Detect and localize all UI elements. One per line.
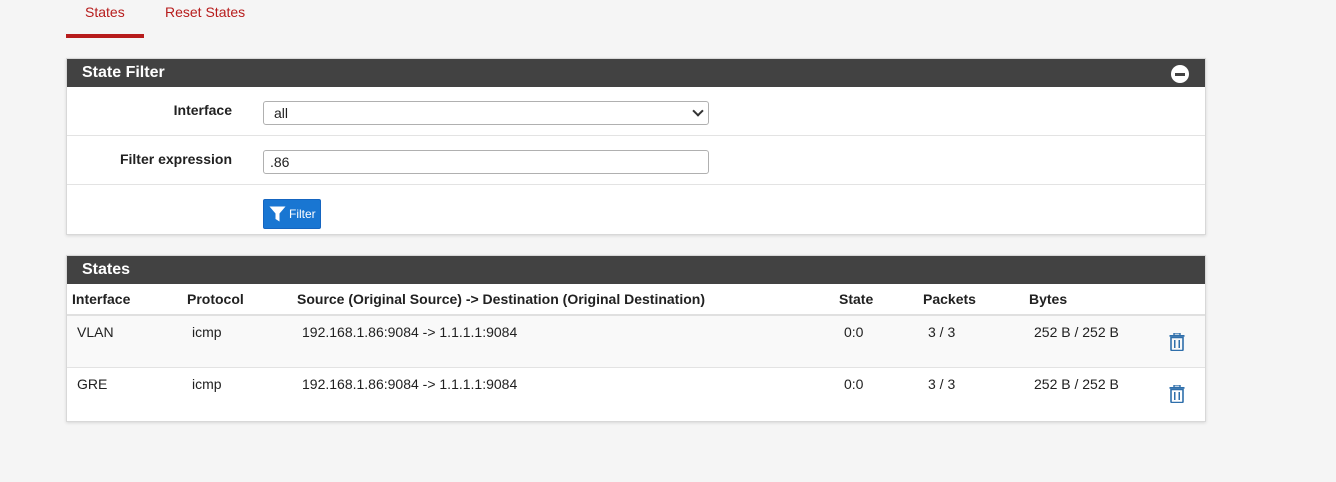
- column-header-protocol[interactable]: Protocol: [187, 291, 244, 307]
- column-header-source-destination[interactable]: Source (Original Source) -> Destination …: [297, 291, 705, 307]
- cell-bytes: 252 B / 252 B: [1034, 376, 1119, 392]
- interface-label: Interface: [173, 102, 232, 118]
- states-panel: States Interface Protocol Source (Origin…: [66, 255, 1206, 422]
- cell-state: 0:0: [844, 376, 864, 392]
- cell-interface: VLAN: [77, 324, 114, 340]
- minus-circle-icon[interactable]: [1171, 65, 1189, 83]
- column-header-bytes[interactable]: Bytes: [1029, 291, 1067, 307]
- filter-expression-label: Filter expression: [119, 151, 232, 167]
- column-header-packets[interactable]: Packets: [923, 291, 976, 307]
- cell-source-destination: 192.168.1.86:9084 -> 1.1.1.1:9084: [302, 376, 518, 392]
- trash-icon[interactable]: [1169, 333, 1185, 351]
- filter-button[interactable]: Filter: [263, 199, 321, 229]
- filter-button-label: Filter: [289, 207, 316, 221]
- funnel-icon: [269, 206, 286, 222]
- cell-protocol: icmp: [192, 376, 222, 392]
- tab-bar: States Reset States: [66, 0, 264, 38]
- column-header-state[interactable]: State: [839, 291, 873, 307]
- column-header-interface[interactable]: Interface: [72, 291, 130, 307]
- tab-states[interactable]: States: [66, 0, 144, 38]
- interface-row: Interface all: [67, 87, 1205, 136]
- tab-reset-states[interactable]: Reset States: [144, 0, 264, 38]
- tab-states-label: States: [85, 4, 125, 20]
- trash-icon[interactable]: [1169, 385, 1185, 403]
- cell-packets: 3 / 3: [928, 376, 956, 392]
- chevron-down-icon: [692, 105, 704, 117]
- table-row: GRE icmp 192.168.1.86:9084 -> 1.1.1.1:90…: [67, 368, 1205, 420]
- cell-protocol: icmp: [192, 324, 222, 340]
- state-filter-title: State Filter: [82, 64, 165, 81]
- filter-expression-input[interactable]: [263, 150, 709, 174]
- cell-source-destination: 192.168.1.86:9084 -> 1.1.1.1:9084: [302, 324, 518, 340]
- cell-bytes: 252 B / 252 B: [1034, 324, 1119, 340]
- filter-expression-row: Filter expression: [67, 136, 1205, 185]
- interface-select[interactable]: all: [263, 101, 709, 125]
- cell-interface: GRE: [77, 376, 108, 392]
- filter-button-row: Filter: [67, 185, 1205, 235]
- states-title: States: [82, 261, 131, 278]
- states-heading: States: [67, 256, 1205, 284]
- tab-reset-states-label: Reset States: [165, 4, 246, 20]
- table-row: VLAN icmp 192.168.1.86:9084 -> 1.1.1.1:9…: [67, 316, 1205, 368]
- state-filter-panel: State Filter Interface all Filter expres…: [66, 58, 1206, 235]
- cell-state: 0:0: [844, 324, 864, 340]
- interface-select-value: all: [274, 105, 289, 121]
- state-filter-heading: State Filter: [67, 59, 1205, 87]
- cell-packets: 3 / 3: [928, 324, 956, 340]
- states-table-header: Interface Protocol Source (Original Sour…: [67, 284, 1205, 316]
